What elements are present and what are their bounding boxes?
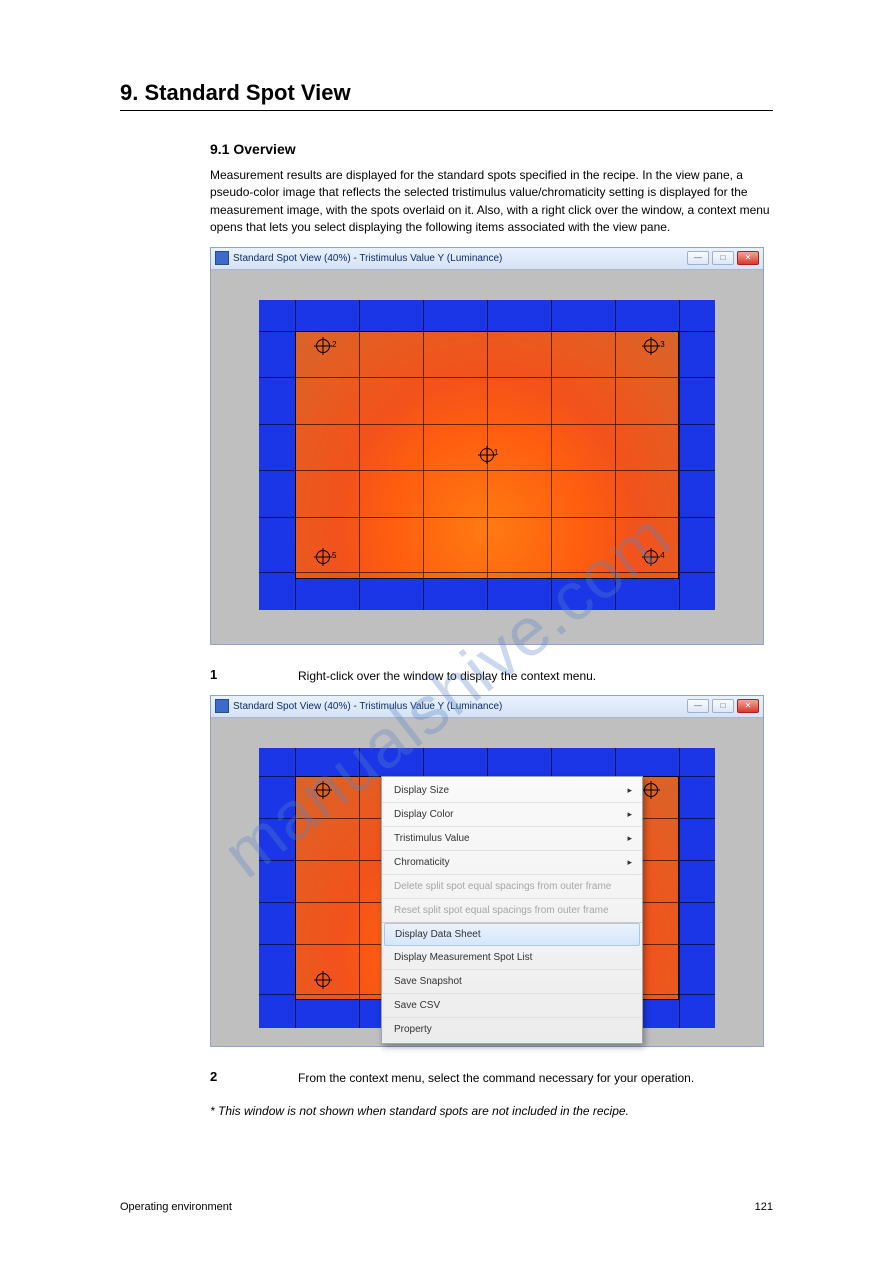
menu-tristimulus[interactable]: Tristimulus Value <box>382 827 642 851</box>
spot-3[interactable] <box>644 339 658 353</box>
spot-1-label: 1 <box>494 448 498 457</box>
step-1-text: Right-click over the window to display t… <box>298 669 596 683</box>
close-button[interactable]: ✕ <box>737 699 759 713</box>
step-2-number: 2 <box>210 1069 298 1084</box>
minimize-button[interactable]: — <box>687 251 709 265</box>
maximize-button[interactable]: □ <box>712 699 734 713</box>
spot-5[interactable] <box>316 973 330 987</box>
menu-chromaticity[interactable]: Chromaticity <box>382 851 642 875</box>
spot-1[interactable] <box>480 448 494 462</box>
spot-4-label: 4 <box>660 551 664 560</box>
spot-3-label: 3 <box>660 340 664 349</box>
menu-save-snapshot[interactable]: Save Snapshot <box>382 970 642 994</box>
spot-2-label: 2 <box>332 340 336 349</box>
spot-4[interactable] <box>644 550 658 564</box>
overview-paragraph: Measurement results are displayed for th… <box>120 167 773 237</box>
section-title-overview: 9.1 Overview <box>120 141 773 157</box>
titlebar[interactable]: Standard Spot View (40%) - Tristimulus V… <box>211 696 763 718</box>
heatmap: 1 2 3 4 5 <box>259 300 715 610</box>
minimize-button[interactable]: — <box>687 699 709 713</box>
spot-view-window-context: Standard Spot View (40%) - Tristimulus V… <box>210 695 764 1047</box>
spot-2[interactable] <box>316 783 330 797</box>
menu-property[interactable]: Property <box>382 1018 642 1041</box>
window-body[interactable]: Display Size Display Color Tristimulus V… <box>211 718 763 1046</box>
menu-save-csv[interactable]: Save CSV <box>382 994 642 1018</box>
page-heading: 9. Standard Spot View <box>120 80 773 106</box>
window-title: Standard Spot View (40%) - Tristimulus V… <box>233 701 502 712</box>
menu-display-spot-list[interactable]: Display Measurement Spot List <box>382 946 642 970</box>
footer-left: Operating environment <box>120 1201 232 1213</box>
spot-3[interactable] <box>644 783 658 797</box>
step-1-number: 1 <box>210 667 298 682</box>
maximize-button[interactable]: □ <box>712 251 734 265</box>
spot-5-label: 5 <box>332 551 336 560</box>
step-2-text: From the context menu, select the comman… <box>298 1071 694 1085</box>
app-icon <box>215 251 229 265</box>
spot-view-window: Standard Spot View (40%) - Tristimulus V… <box>210 247 764 645</box>
close-button[interactable]: ✕ <box>737 251 759 265</box>
footer-page-number: 121 <box>755 1201 773 1213</box>
menu-display-size[interactable]: Display Size <box>382 779 642 803</box>
footnote: * This window is not shown when standard… <box>120 1103 773 1120</box>
spot-2[interactable] <box>316 339 330 353</box>
spot-5[interactable] <box>316 550 330 564</box>
context-menu: Display Size Display Color Tristimulus V… <box>381 776 643 1044</box>
window-title: Standard Spot View (40%) - Tristimulus V… <box>233 253 502 264</box>
window-body[interactable]: 1 2 3 4 5 <box>211 270 763 644</box>
page-footer: Operating environment 121 <box>120 1201 773 1213</box>
menu-delete-split: Delete split spot equal spacings from ou… <box>382 875 642 899</box>
menu-display-color[interactable]: Display Color <box>382 803 642 827</box>
app-icon <box>215 699 229 713</box>
menu-display-data-sheet[interactable]: Display Data Sheet <box>384 923 640 946</box>
titlebar[interactable]: Standard Spot View (40%) - Tristimulus V… <box>211 248 763 270</box>
heading-rule <box>120 110 773 111</box>
menu-reset-split: Reset split spot equal spacings from out… <box>382 899 642 923</box>
